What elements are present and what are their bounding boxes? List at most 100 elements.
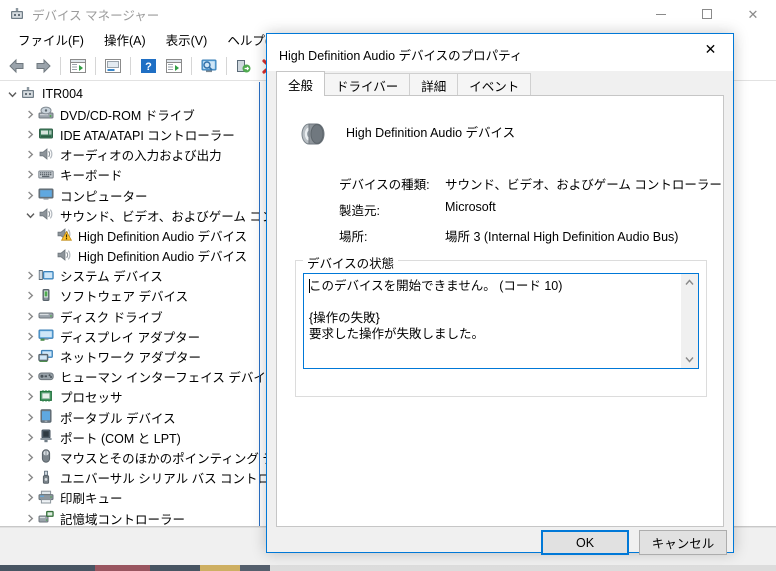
chevron-right-icon[interactable] [22,510,38,526]
keyboard-icon [38,167,56,183]
chevron-right-icon[interactable] [22,106,38,122]
storage-controller-icon [38,510,56,526]
toolbar-separator [191,57,192,75]
chevron-right-icon[interactable] [22,349,38,365]
location-label: 場所: [339,230,368,244]
tree-item-label: ポータブル デバイス [60,411,176,426]
chevron-right-icon[interactable] [22,470,38,486]
speaker-icon [38,147,56,163]
chevron-right-icon[interactable] [22,449,38,465]
toolbar-separator [95,57,96,75]
toolbar-separator [60,57,61,75]
mouse-icon [38,449,56,465]
chevron-right-icon[interactable] [22,288,38,304]
tree-item-label: コンピューター [60,189,148,204]
device-name: High Definition Audio デバイス [346,126,516,140]
chevron-right-icon[interactable] [22,409,38,425]
dialog-button-row: OK キャンセル [267,530,733,555]
dvd-drive-icon [38,106,56,122]
chevron-right-icon[interactable] [22,429,38,445]
chevron-down-icon[interactable] [4,86,20,102]
cancel-button[interactable]: キャンセル [639,530,727,555]
chevron-right-icon[interactable] [22,187,38,203]
chevron-right-icon[interactable] [22,147,38,163]
printer-icon [38,490,56,506]
chevron-right-icon[interactable] [22,167,38,183]
tab-details[interactable]: 詳細 [409,73,459,96]
menu-item-file[interactable]: ファイル(F) [8,28,94,52]
close-button[interactable]: ✕ [730,0,776,28]
tree-item-label: High Definition Audio デバイス [78,229,248,244]
tab-events[interactable]: イベント [457,73,532,96]
tree-item-label: 印刷キュー [60,492,123,507]
manufacturer-value: Microsoft [445,200,496,214]
speaker-icon [56,248,74,264]
chevron-right-icon[interactable] [22,389,38,405]
back-icon[interactable] [4,54,30,78]
chevron-right-icon[interactable] [22,268,38,284]
toolbar-separator [226,57,227,75]
tree-item-label: プロセッサ [60,391,123,406]
network-adapter-icon [38,349,56,365]
close-icon[interactable]: ✕ [688,34,733,64]
location-value: 場所 3 (Internal High Definition Audio Bus… [445,230,679,244]
display-adapter-icon [38,328,56,344]
portable-device-icon [38,409,56,425]
ok-button[interactable]: OK [541,530,629,555]
taskbar[interactable] [0,565,776,571]
device-status-label: デバイスの状態 [303,253,399,272]
toolbar-separator [130,57,131,75]
menu-item-view[interactable]: 表示(V) [156,28,218,52]
device-status-text: このデバイスを開始できません。 (コード 10) {操作の失敗} 要求した操作が… [309,279,563,341]
forward-icon[interactable] [30,54,56,78]
dialog-tabstrip: 全般 ドライバー 詳細 イベント [276,71,724,96]
chevron-up-icon[interactable] [681,274,698,291]
device-type-value: サウンド、ビデオ、およびゲーム コントローラー [445,178,722,192]
tree-item-label: ディスク ドライブ [60,310,163,325]
chevron-right-icon[interactable] [22,308,38,324]
device-properties-dialog: High Definition Audio デバイスのプロパティ ✕ 全般 ドラ… [266,33,734,555]
minimize-button[interactable] [638,0,684,28]
tab-general[interactable]: 全般 [276,71,326,96]
manufacturer-label: 製造元: [339,204,380,218]
window-titlebar: デバイス マネージャー ✕ [0,0,776,28]
dialog-tab-panel: High Definition Audio デバイス デバイスの種類: サウンド… [276,95,724,527]
help-icon[interactable]: ? [135,54,161,78]
svg-text:?: ? [145,61,152,73]
computer-node-icon [20,86,38,102]
tree-item-label: DVD/CD-ROM ドライブ [60,108,195,123]
menu-item-action[interactable]: 操作(A) [94,28,156,52]
port-icon [38,429,56,445]
tab-driver[interactable]: ドライバー [324,73,411,96]
tree-item-label: オーディオの入力および出力 [60,149,222,164]
chevron-right-icon[interactable] [22,369,38,385]
speaker-icon [56,227,74,243]
tree-item-label: システム デバイス [60,270,163,285]
dialog-titlebar: High Definition Audio デバイスのプロパティ ✕ [267,34,733,71]
scan-hardware-icon[interactable] [161,54,187,78]
device-status-textbox[interactable]: このデバイスを開始できません。 (コード 10) {操作の失敗} 要求した操作が… [303,273,699,369]
status-scrollbar[interactable] [681,274,698,368]
maximize-button[interactable] [684,0,730,28]
chevron-right-icon[interactable] [22,126,38,142]
chevron-right-icon[interactable] [22,328,38,344]
properties-icon[interactable] [65,54,91,78]
chevron-down-icon[interactable] [22,207,38,223]
chevron-right-icon[interactable] [22,490,38,506]
tree-item-label: ソフトウェア デバイス [60,290,189,305]
tree-item-label: ネットワーク アダプター [60,351,201,366]
system-device-icon [38,268,56,284]
update-driver-icon[interactable] [100,54,126,78]
speaker-icon [295,116,331,152]
usb-controller-icon [38,470,56,486]
tree-item-label: High Definition Audio デバイス [78,250,248,265]
tree-item-label: 記憶域コントローラー [60,512,186,526]
uninstall-device-icon[interactable] [231,54,257,78]
ide-controller-icon [38,126,56,142]
speaker-icon [38,207,56,223]
tree-item-label: キーボード [60,169,123,184]
chevron-down-icon[interactable] [681,351,698,368]
show-hidden-devices-icon[interactable] [196,54,222,78]
device-type-label: デバイスの種類: [339,178,430,192]
disk-drive-icon [38,308,56,324]
